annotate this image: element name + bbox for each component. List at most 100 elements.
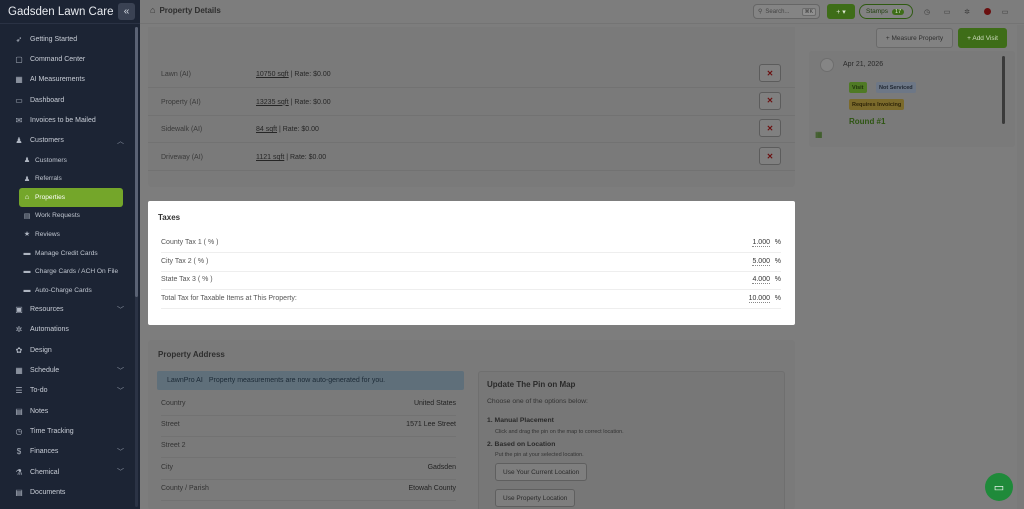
sidebar-subitem-charge-cards-ach-on-file[interactable]: ▬ Charge Cards / ACH On File xyxy=(0,262,132,281)
sidebar-item-customers[interactable]: ♟ Customers ︿ xyxy=(0,130,132,150)
message-icon[interactable]: ▭ xyxy=(942,7,952,17)
sidebar-item-command-center[interactable]: ▢ Command Center xyxy=(0,49,132,69)
sidebar-item-label: Finances xyxy=(30,448,59,456)
sidebar-item-label: Design xyxy=(30,346,52,354)
address-label: City xyxy=(161,463,174,471)
ai-banner-text: Property measurements are now auto-gener… xyxy=(208,377,386,384)
sidebar-subitem-reviews[interactable]: ★ Reviews xyxy=(0,225,132,244)
sidebar-scrollbar[interactable] xyxy=(135,27,138,507)
tax-value[interactable]: 4.000 xyxy=(752,276,770,285)
address-label: Street 2 xyxy=(161,442,186,450)
sidebar-item-label: To-do xyxy=(30,387,48,395)
tax-value[interactable]: 5.000 xyxy=(752,258,770,266)
sidebar-subitem-customers[interactable]: ♟ Customers xyxy=(0,151,132,170)
sidebar-item-label: Notes xyxy=(30,407,49,415)
sidebar-subitem-manage-credit-cards[interactable]: ▬ Manage Credit Cards xyxy=(0,244,132,263)
sidebar-scroll-thumb[interactable] xyxy=(135,27,138,297)
tax-value[interactable]: 1.000 xyxy=(752,239,770,247)
quick-add-button[interactable]: + ▾ xyxy=(827,4,855,19)
tax-row: Total Tax for Taxable Items at This Prop… xyxy=(161,290,781,310)
card-icon: ▬ xyxy=(23,268,31,276)
sidebar-subitem-label: Manage Credit Cards xyxy=(35,249,98,257)
sidebar-item-getting-started[interactable]: ➶ Getting Started xyxy=(0,29,132,49)
sidebar-subitem-work-requests[interactable]: ▤ Work Requests xyxy=(0,207,132,226)
avatar xyxy=(820,58,834,72)
tax-row: State Tax 3 ( % ) 4.000% xyxy=(161,271,781,291)
flask-icon: ⚗ xyxy=(15,467,23,477)
delete-button[interactable]: ✕ xyxy=(759,119,781,138)
address-value: Gadsden xyxy=(427,463,456,471)
add-visit-button[interactable]: + Add Visit xyxy=(958,28,1007,48)
chevron-down-icon: ﹀ xyxy=(117,387,124,395)
rate-row: Sidewalk (AI) 84 sqft | Rate: $0.00 ✕ xyxy=(148,116,795,144)
sidebar-item-invoices-to-be-mailed[interactable]: ✉ Invoices to be Mailed xyxy=(0,110,132,130)
sidebar-item-label: Automations xyxy=(30,326,69,334)
sidebar-item-chemical[interactable]: ⚗ Chemical ﹀ xyxy=(0,462,132,482)
address-row: City Gadsden xyxy=(161,459,456,480)
users-icon: ♟ xyxy=(15,136,23,146)
sidebar-item-documents[interactable]: ▤ Documents xyxy=(0,482,132,502)
sidebar-subitem-label: Properties xyxy=(35,193,66,201)
top-bar: ⌂ Property Details ⚲ Search... ⌘K + ▾ St… xyxy=(140,0,1024,24)
monitor-icon: ▭ xyxy=(15,95,23,105)
user-icon: ♟ xyxy=(23,157,31,165)
sidebar-item-time-tracking[interactable]: ◷ Time Tracking xyxy=(0,421,132,441)
sidebar-item-label: Schedule xyxy=(30,367,60,375)
sqft-value[interactable]: 1121 sqft xyxy=(256,154,284,161)
sqft-value[interactable]: 10750 sqft xyxy=(256,71,289,78)
delete-button[interactable]: ✕ xyxy=(759,64,781,82)
clock-icon[interactable]: ◷ xyxy=(922,7,932,17)
chevron-up-icon: ︿ xyxy=(117,137,124,145)
visit-date: Apr 21, 2026 xyxy=(843,61,884,68)
sidebar-item-to-do[interactable]: ☰ To-do ﹀ xyxy=(0,381,132,401)
tax-label: Total Tax for Taxable Items at This Prop… xyxy=(161,295,297,303)
table-icon[interactable]: ▦ xyxy=(815,130,823,139)
tax-unit: % xyxy=(774,257,781,265)
sidebar-subitem-auto-charge-cards[interactable]: ▬ Auto-Charge Cards xyxy=(0,281,132,300)
sidebar-subitem-referrals[interactable]: ♟ Referrals xyxy=(0,169,132,188)
sqft-value[interactable]: 84 sqft xyxy=(256,126,277,133)
stamps-button[interactable]: Stamps 17 xyxy=(859,4,913,19)
rate-row: Lawn (AI) 10750 sqft | Rate: $0.00 ✕ xyxy=(148,61,795,88)
collapse-sidebar-button[interactable]: « xyxy=(118,3,135,20)
tax-row: County Tax 1 ( % ) 1.000% xyxy=(161,234,781,253)
sidebar-item-finances[interactable]: $ Finances ﹀ xyxy=(0,442,132,462)
based-on-location-title: 2. Based on Location xyxy=(487,441,556,448)
tax-label: County Tax 1 ( % ) xyxy=(161,239,219,246)
search-placeholder: Search... xyxy=(765,8,790,15)
user-menu-icon[interactable]: ▭ xyxy=(1000,7,1010,17)
rocket-icon: ➶ xyxy=(15,34,23,44)
address-value: United States xyxy=(413,400,456,407)
sidebar-item-dashboard[interactable]: ▭ Dashboard xyxy=(0,90,132,110)
notification-icon[interactable] xyxy=(984,8,991,15)
sidebar-subitem-label: Charge Cards / ACH On File xyxy=(35,268,119,276)
visit-scrollbar[interactable] xyxy=(1002,56,1005,124)
update-pin-panel: Update The Pin on Map Choose one of the … xyxy=(478,371,785,509)
page-scrollbar[interactable] xyxy=(1017,25,1024,509)
gear-icon[interactable]: ✲ xyxy=(962,7,972,17)
sidebar-item-automations[interactable]: ✲ Automations xyxy=(0,320,132,340)
chat-icon: ▭ xyxy=(993,481,1005,494)
stamps-count: 17 xyxy=(892,8,905,15)
use-current-location-button[interactable]: Use Your Current Location xyxy=(495,463,588,481)
delete-button[interactable]: ✕ xyxy=(759,91,781,110)
sidebar-item-schedule[interactable]: ▦ Schedule ﹀ xyxy=(0,360,132,380)
use-property-location-button[interactable]: Use Property Location xyxy=(495,489,576,507)
search-input[interactable]: ⚲ Search... ⌘K xyxy=(753,4,820,19)
sidebar-item-label: Dashboard xyxy=(30,96,65,104)
box-icon: ▣ xyxy=(15,305,23,315)
sidebar-subitem-label: Referrals xyxy=(35,175,62,183)
visit-card[interactable]: Apr 21, 2026 Visit Not Serviced Requires… xyxy=(809,51,1015,147)
based-on-location-desc: Put the pin at your selected location. xyxy=(495,452,584,458)
sidebar-item-notes[interactable]: ▤ Notes xyxy=(0,401,132,421)
sidebar-subitem-label: Customers xyxy=(35,156,67,164)
delete-button[interactable]: ✕ xyxy=(759,147,781,166)
measure-property-button[interactable]: + Measure Property xyxy=(876,28,953,48)
sidebar-item-design[interactable]: ✿ Design xyxy=(0,340,132,360)
sidebar-item-resources[interactable]: ▣ Resources ﹀ xyxy=(0,300,132,320)
sidebar-item-ai-measurements[interactable]: ▦ AI Measurements xyxy=(0,70,132,90)
chat-button[interactable]: ▭ xyxy=(985,473,1013,501)
sqft-value[interactable]: 13235 sqft xyxy=(256,99,289,106)
status-badge: Not Serviced xyxy=(876,82,916,93)
sidebar-subitem-properties[interactable]: ⌂ Properties xyxy=(19,187,123,207)
